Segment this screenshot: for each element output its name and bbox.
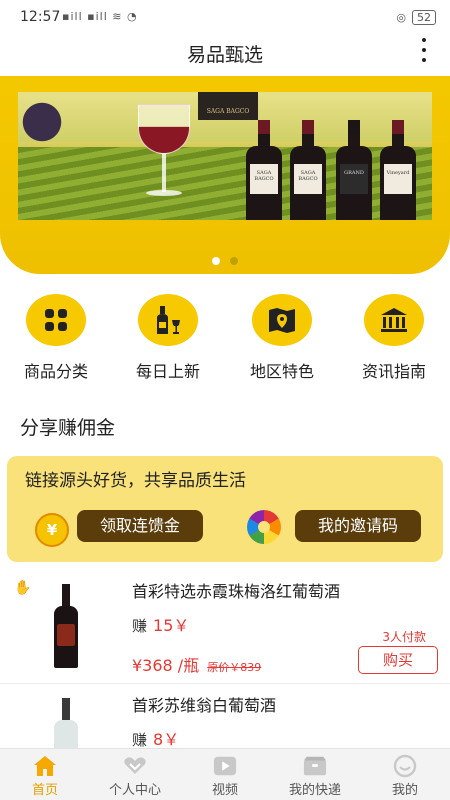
product-commission: 赚 15￥ (132, 612, 189, 636)
wine-bottle-image: SAGA BAGCO (290, 120, 326, 220)
bottle-label: Vineyard (384, 164, 412, 194)
invite-code-button[interactable]: 我的邀请码 (295, 510, 421, 542)
section-title: 分享赚佣金 (20, 417, 116, 439)
status-bar: 12:57 ▪ill ▪ill ≋ ◔ ◎ 52 (0, 0, 450, 36)
banner-carousel[interactable]: SAGA BAGCO SAGA BAGCO SAGA BAGCO GRAND V… (18, 92, 432, 220)
status-time: 12:57 (20, 9, 61, 25)
app-bar: 易品甄选 (0, 36, 450, 76)
tab-label: 视频 (211, 783, 238, 798)
category-row: 商品分类 每日上新 地区特色 资讯指南 (0, 294, 450, 384)
tab-label: 个人中心 (108, 783, 161, 798)
category-item-daily-new[interactable]: 每日上新 (112, 294, 224, 382)
bottle-label: SAGA BAGCO (294, 164, 322, 194)
product-name[interactable]: 首彩特选赤霞珠梅洛红葡萄酒 (132, 578, 340, 602)
carousel-dot-active[interactable] (212, 257, 220, 265)
hand-pointer-icon: ✋ (14, 580, 32, 596)
package-icon (303, 755, 327, 777)
earn-label: 赚 (132, 617, 148, 635)
tab-profile-center[interactable]: 个人中心 (90, 749, 180, 800)
carousel-dot[interactable] (230, 257, 238, 265)
smiley-icon (393, 754, 417, 778)
play-icon (213, 755, 237, 777)
wine-bottle-image: Vineyard (380, 120, 416, 220)
grid-icon (26, 294, 86, 346)
battery-level: 52 (412, 10, 436, 25)
earn-amount: 8￥ (153, 730, 180, 749)
wine-bottle-image: GRAND (336, 120, 372, 220)
bank-building-icon (364, 294, 424, 346)
product-price-row: ¥368 /瓶 原价￥839 (132, 652, 261, 676)
tab-label: 我的 (391, 783, 418, 798)
wine-bottle-icon (138, 294, 198, 346)
buy-button[interactable]: 购买 (358, 646, 438, 674)
tab-video[interactable]: 视频 (180, 749, 270, 800)
category-item-regional[interactable]: 地区特色 (226, 294, 338, 382)
page-title: 易品甄选 (186, 44, 263, 66)
product-commission: 赚 8￥ (132, 726, 179, 750)
product-price: ¥368 /瓶 (132, 656, 200, 675)
paid-count: 3人付款 (382, 630, 426, 644)
product-name[interactable]: 首彩苏维翁白葡萄酒 (132, 692, 276, 716)
category-label: 商品分类 (23, 362, 88, 381)
earn-amount: 15￥ (153, 616, 190, 635)
category-label: 每日上新 (135, 362, 200, 381)
tab-label: 首页 (31, 783, 58, 798)
original-price: 原价￥839 (207, 661, 262, 674)
product-thumbnail[interactable] (54, 584, 78, 668)
wine-bottle-image: SAGA BAGCO (246, 120, 282, 220)
product-item[interactable]: ✋ 首彩特选赤霞珠梅洛红葡萄酒 赚 15￥ ¥368 /瓶 原价￥839 3人付款 … (0, 572, 450, 684)
promo-slogan: 链接源头好货，共享品质生活 (25, 471, 246, 491)
promo-card: 链接源头好货，共享品质生活 ¥ 领取连馈金 我的邀请码 (7, 456, 443, 562)
category-item-product-category[interactable]: 商品分类 (0, 294, 112, 382)
bottle-label: GRAND (340, 164, 368, 194)
brand-logo: SAGA BAGCO (198, 92, 258, 120)
aperture-icon (247, 510, 281, 544)
bottom-tab-bar: 首页 个人中心 视频 我的快递 我的 (0, 748, 450, 800)
coin-icon: ¥ (35, 513, 69, 547)
grapes-image (20, 94, 64, 164)
tab-my-express[interactable]: 我的快递 (270, 749, 360, 800)
wine-glass-image (138, 104, 190, 204)
earn-label: 赚 (132, 731, 148, 749)
banner-section: SAGA BAGCO SAGA BAGCO SAGA BAGCO GRAND V… (0, 76, 450, 274)
more-vertical-icon[interactable] (420, 38, 428, 62)
category-label: 资讯指南 (361, 362, 426, 381)
tab-mine[interactable]: 我的 (360, 749, 450, 800)
category-label: 地区特色 (249, 362, 314, 381)
tab-label: 我的快递 (288, 783, 341, 798)
heart-chevron-icon (123, 755, 147, 777)
signal-icons: ▪ill ▪ill ≋ ◔ (62, 10, 138, 23)
carousel-indicator (0, 250, 450, 269)
home-icon (33, 755, 57, 777)
category-item-news-guide[interactable]: 资讯指南 (338, 294, 450, 382)
claim-bonus-button[interactable]: 领取连馈金 (77, 510, 203, 542)
battery-indicator: ◎ 52 (396, 10, 436, 25)
map-pin-icon (252, 294, 312, 346)
bottle-label: SAGA BAGCO (250, 164, 278, 194)
tab-home[interactable]: 首页 (0, 749, 90, 800)
